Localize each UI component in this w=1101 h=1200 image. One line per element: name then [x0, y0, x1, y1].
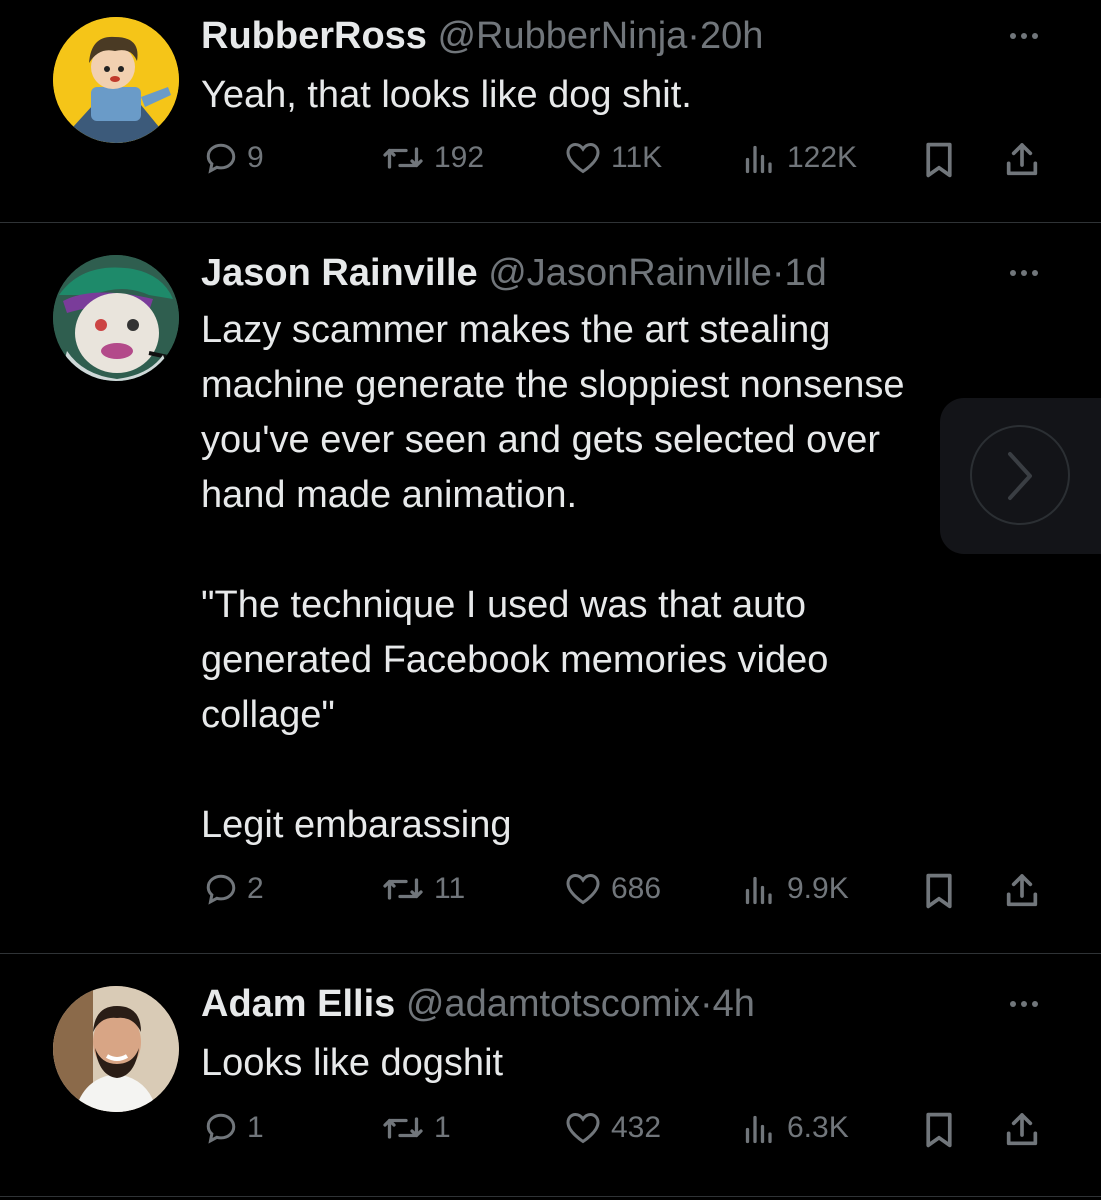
more-options-button[interactable]: [1002, 994, 1046, 1014]
like-icon: [566, 1112, 600, 1144]
avatar[interactable]: [53, 986, 179, 1112]
like-icon: [566, 873, 600, 905]
reply-count: 9: [247, 141, 264, 174]
share-button[interactable]: [1002, 871, 1042, 911]
reply-button[interactable]: 1: [203, 1110, 264, 1146]
divider: [0, 1196, 1101, 1197]
bookmark-icon: [926, 873, 952, 909]
repost-button[interactable]: 1: [380, 1110, 451, 1146]
like-icon: [566, 142, 600, 174]
separator-dot: ·: [771, 252, 785, 294]
bookmark-icon: [926, 1112, 952, 1148]
share-button[interactable]: [1002, 1110, 1042, 1150]
action-bar: 9 192 11K 122K: [0, 140, 1101, 184]
display-name[interactable]: Jason Rainville: [201, 252, 478, 294]
more-icon: [1010, 33, 1016, 39]
like-count: 432: [611, 1111, 662, 1144]
views-button[interactable]: 9.9K: [743, 871, 849, 907]
timestamp[interactable]: 20h: [700, 15, 763, 57]
repost-count: 192: [434, 141, 485, 174]
like-count: 686: [611, 872, 662, 905]
tweet-jasonrainville[interactable]: Jason Rainville @JasonRainville·1d Lazy …: [0, 223, 1101, 953]
like-count: 11K: [611, 141, 663, 174]
display-name[interactable]: Adam Ellis: [201, 983, 395, 1025]
more-icon: [1010, 270, 1016, 276]
tweet-adamellis[interactable]: Adam Ellis @adamtotscomix·4h Looks like …: [0, 954, 1101, 1200]
share-icon: [1006, 143, 1038, 176]
views-button[interactable]: 122K: [743, 140, 857, 176]
views-count: 9.9K: [787, 872, 849, 905]
like-button[interactable]: 432: [563, 1110, 661, 1146]
display-name[interactable]: RubberRoss: [201, 15, 427, 57]
repost-count: 11: [434, 872, 466, 905]
views-icon: [745, 145, 772, 174]
repost-button[interactable]: 192: [380, 140, 484, 176]
tweet-header: RubberRoss @RubberNinja·20h: [201, 12, 763, 60]
tweet-text: Looks like dogshit: [201, 1042, 504, 1084]
tweet-header: Jason Rainville @JasonRainville·1d: [201, 249, 827, 297]
repost-icon: [383, 147, 423, 169]
separator-dot: ·: [687, 15, 700, 57]
like-button[interactable]: 686: [563, 871, 661, 907]
reply-button[interactable]: 2: [203, 871, 264, 907]
timestamp[interactable]: 1d: [784, 252, 826, 294]
views-icon: [745, 876, 772, 905]
reply-count: 1: [247, 1111, 264, 1144]
views-icon: [745, 1115, 772, 1144]
timestamp[interactable]: 4h: [713, 983, 755, 1025]
repost-icon: [383, 878, 423, 900]
reply-icon: [206, 143, 236, 174]
separator-dot: ·: [699, 983, 713, 1025]
share-button[interactable]: [1002, 140, 1042, 180]
user-handle[interactable]: @RubberNinja: [437, 15, 687, 57]
tweet-rubberross[interactable]: RubberRoss @RubberNinja·20h Yeah, that l…: [0, 0, 1101, 222]
more-options-button[interactable]: [1002, 26, 1046, 46]
reply-count: 2: [247, 872, 264, 905]
reply-icon: [206, 1113, 236, 1144]
action-bar: 1 1 432 6.3K: [0, 1110, 1101, 1154]
tweet-header: Adam Ellis @adamtotscomix·4h: [201, 980, 755, 1028]
reply-button[interactable]: 9: [203, 140, 264, 176]
next-button[interactable]: [940, 398, 1101, 554]
tweet-text: Yeah, that looks like dog shit.: [201, 74, 692, 116]
like-button[interactable]: 11K: [563, 140, 662, 176]
share-icon: [1006, 874, 1038, 907]
bookmark-button[interactable]: [920, 871, 958, 911]
tweet-text: Lazy scammer makes the art stealing mach…: [201, 309, 905, 846]
bookmark-button[interactable]: [920, 1110, 958, 1150]
more-options-button[interactable]: [1002, 263, 1046, 283]
repost-icon: [383, 1117, 423, 1139]
repost-button[interactable]: 11: [380, 871, 465, 907]
views-count: 122K: [787, 141, 858, 174]
bookmark-icon: [926, 142, 952, 178]
more-icon: [1010, 1001, 1016, 1007]
avatar[interactable]: [53, 17, 179, 143]
views-count: 6.3K: [787, 1111, 849, 1144]
user-handle[interactable]: @JasonRainville: [488, 252, 772, 294]
views-button[interactable]: 6.3K: [743, 1110, 849, 1146]
user-handle[interactable]: @adamtotscomix: [406, 983, 700, 1025]
share-icon: [1006, 1113, 1038, 1146]
action-bar: 2 11 686 9.9K: [0, 871, 1101, 915]
avatar[interactable]: [53, 255, 179, 381]
reply-icon: [206, 874, 236, 905]
repost-count: 1: [434, 1111, 451, 1144]
bookmark-button[interactable]: [920, 140, 958, 180]
chevron-right-icon: [1008, 452, 1032, 500]
